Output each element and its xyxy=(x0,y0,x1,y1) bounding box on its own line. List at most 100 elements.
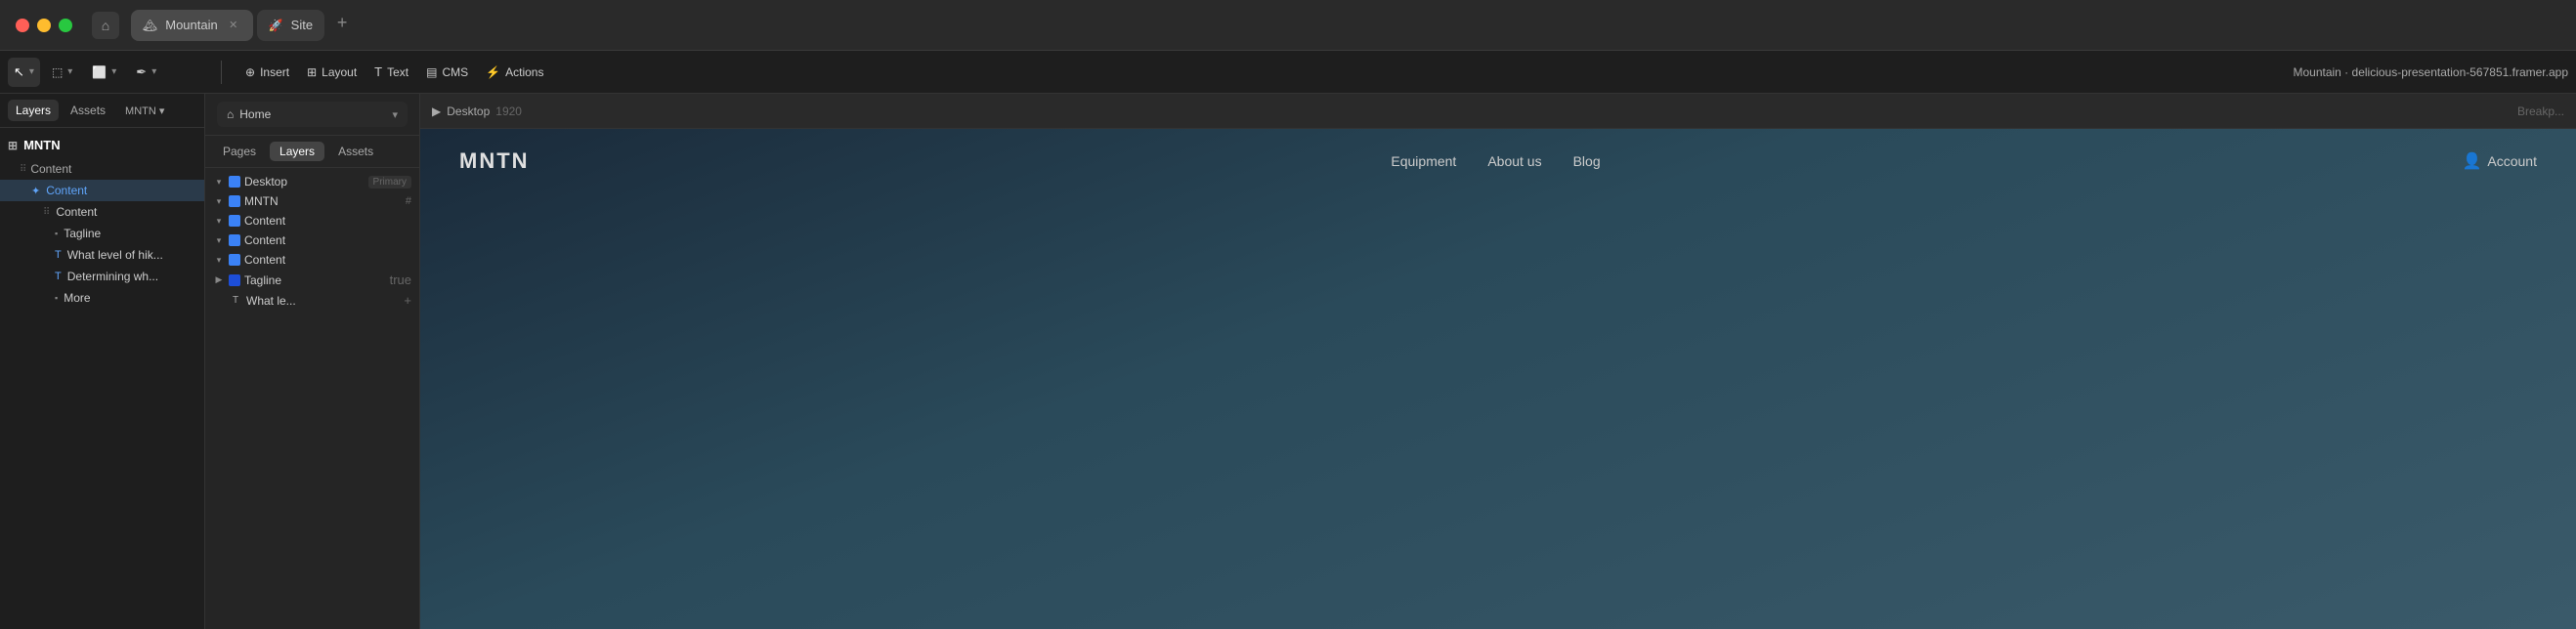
layers-tab-layers[interactable]: Layers xyxy=(270,142,324,161)
sidebar-item-content[interactable]: ✦ Content xyxy=(0,180,204,201)
cms-button[interactable]: ▤ CMS xyxy=(418,58,476,87)
breakpoint-label: Breakp... xyxy=(2517,105,2564,118)
left-sidebar: Layers Assets MNTN ▾ ⊞ MNTN ⠿ Content ✦ … xyxy=(0,94,205,629)
mountain-tab-close[interactable]: ✕ xyxy=(226,18,241,33)
layer-content-2[interactable]: ▾ Content xyxy=(205,231,419,250)
toolbar-divider-1 xyxy=(221,61,222,84)
insert-button[interactable]: ⊕ Insert xyxy=(237,58,297,87)
chevron-what-le: ▶ xyxy=(213,295,225,307)
insert-label: Insert xyxy=(260,65,289,79)
actions-icon: ⚡ xyxy=(486,65,500,79)
primary-badge: Primary xyxy=(368,176,411,189)
sidebar-item-tagline[interactable]: ▪ Tagline xyxy=(0,223,204,244)
content-group-label: Content xyxy=(30,162,71,176)
frame-icon-more: ▪ xyxy=(55,293,58,303)
preview-logo: MNTN xyxy=(459,148,530,174)
mountain-tab-label: Mountain xyxy=(165,18,217,32)
layers-tab-assets[interactable]: Assets xyxy=(328,142,383,161)
add-tab-button[interactable]: + xyxy=(328,10,356,37)
drag-icon-2: ⠿ xyxy=(43,207,50,218)
text-label: Text xyxy=(387,65,408,79)
actions-button[interactable]: ⚡ Actions xyxy=(478,58,551,87)
content-sub-label: Content xyxy=(56,205,97,219)
layer-content-1[interactable]: ▾ Content xyxy=(205,211,419,231)
component-icon: ✦ xyxy=(31,185,40,197)
layer-tagline[interactable]: ▶ Tagline true xyxy=(205,270,419,290)
layer-desktop[interactable]: ▾ Desktop Primary xyxy=(205,172,419,191)
shape-icon: ⬜ xyxy=(92,65,107,79)
sidebar-item-mntn-root[interactable]: ⊞ MNTN xyxy=(0,132,204,158)
text-button[interactable]: T Text xyxy=(366,58,416,87)
sidebar-item-determining[interactable]: T Determining wh... xyxy=(0,266,204,287)
content3-label: Content xyxy=(244,253,285,267)
determining-label: Determining wh... xyxy=(67,270,158,283)
layout-button[interactable]: ⊞ Layout xyxy=(299,58,365,87)
layers-tab-pages[interactable]: Pages xyxy=(213,142,266,161)
pen-tool-button[interactable]: ✒ ▾ xyxy=(128,58,164,87)
more-label: More xyxy=(64,291,90,305)
frame-icon-tagline: ▪ xyxy=(55,229,58,238)
mountain-tab-icon: 🏔 xyxy=(143,19,157,32)
home-button[interactable]: ⌂ xyxy=(92,12,119,39)
main-layout: Layers Assets MNTN ▾ ⊞ MNTN ⠿ Content ✦ … xyxy=(0,94,2576,629)
plus-icon-tagline[interactable]: true xyxy=(390,273,411,287)
plus-icon-what[interactable]: + xyxy=(404,293,411,308)
page-selector-label: Home xyxy=(239,107,271,121)
home-icon: ⌂ xyxy=(102,18,109,33)
select-tool-button[interactable]: ↖ ▾ xyxy=(8,58,40,87)
sidebar-tab-layers[interactable]: Layers xyxy=(8,100,59,121)
nav-about-us[interactable]: About us xyxy=(1487,153,1541,169)
frame-tool-button[interactable]: ⬚ ▾ xyxy=(44,58,80,87)
preview-nav-links: Equipment About us Blog xyxy=(1391,153,1600,169)
insert-icon: ⊕ xyxy=(245,65,255,79)
what-le-label: What le... xyxy=(246,294,296,308)
sidebar-item-what-level[interactable]: T What level of hik... xyxy=(0,244,204,266)
home-page-icon: ⌂ xyxy=(227,107,234,121)
chevron-down-icon-pen: ▾ xyxy=(151,66,156,77)
canvas-area: ▶ Desktop 1920 Breakp... MNTN Equipment … xyxy=(420,94,2576,629)
text-icon-determining: T xyxy=(55,271,62,282)
hash-icon-mntn: # xyxy=(406,195,411,207)
content1-color-box xyxy=(229,215,240,227)
layer-content-3[interactable]: ▾ Content xyxy=(205,250,419,270)
layer-mntn[interactable]: ▾ MNTN # xyxy=(205,191,419,211)
mntn-root-label: MNTN xyxy=(23,138,61,152)
layer-what-le[interactable]: ▶ T What le... + xyxy=(205,290,419,311)
frame-icon: ⬚ xyxy=(52,65,63,79)
cms-label: CMS xyxy=(442,65,468,79)
sidebar-tab-mntn[interactable]: MNTN ▾ xyxy=(117,101,172,121)
minimize-button[interactable] xyxy=(37,19,51,32)
nav-equipment[interactable]: Equipment xyxy=(1391,153,1456,169)
play-icon[interactable]: ▶ xyxy=(432,105,441,118)
chevron-down-icon-shape: ▾ xyxy=(111,66,116,77)
desktop-color-box xyxy=(229,176,240,188)
preview-nav: MNTN Equipment About us Blog 👤 Account xyxy=(420,129,2576,193)
desktop-canvas-size: 1920 xyxy=(495,105,522,118)
layers-header: ⌂ Home ▾ xyxy=(205,94,419,136)
account-icon: 👤 xyxy=(2462,151,2481,171)
page-selector[interactable]: ⌂ Home ▾ xyxy=(217,102,408,127)
close-button[interactable] xyxy=(16,19,29,32)
tab-mountain[interactable]: 🏔 Mountain ✕ xyxy=(131,10,253,41)
layout-label: Layout xyxy=(322,65,357,79)
text-icon-what: T xyxy=(55,249,62,261)
layers-tree: ▾ Desktop Primary ▾ MNTN # ▾ Content ▾ xyxy=(205,168,419,629)
shape-tool-button[interactable]: ⬜ ▾ xyxy=(84,58,124,87)
toolbar-right: Mountain · delicious-presentation-567851… xyxy=(2293,65,2568,79)
nav-blog[interactable]: Blog xyxy=(1573,153,1601,169)
sidebar-tab-assets[interactable]: Assets xyxy=(63,100,113,121)
toolbar-left: ↖ ▾ ⬚ ▾ ⬜ ▾ ✒ ▾ xyxy=(8,58,213,87)
sidebar-item-more[interactable]: ▪ More xyxy=(0,287,204,309)
preview-account[interactable]: 👤 Account xyxy=(2462,151,2537,171)
canvas-label: ▶ Desktop 1920 xyxy=(432,105,522,118)
tab-site[interactable]: 🚀 Site xyxy=(257,10,324,41)
maximize-button[interactable] xyxy=(59,19,72,32)
chevron-down-icon-frame: ▾ xyxy=(67,66,72,77)
chevron-content-2: ▾ xyxy=(213,234,225,246)
content3-color-box xyxy=(229,254,240,266)
browser-tabs: 🏔 Mountain ✕ 🚀 Site + xyxy=(131,10,2560,41)
sidebar-item-content-sub[interactable]: ⠿ Content xyxy=(0,201,204,223)
tagline-layer-label: Tagline xyxy=(244,273,281,287)
pen-icon: ✒ xyxy=(136,64,147,80)
sidebar-group-content[interactable]: ⠿ Content xyxy=(0,158,204,180)
